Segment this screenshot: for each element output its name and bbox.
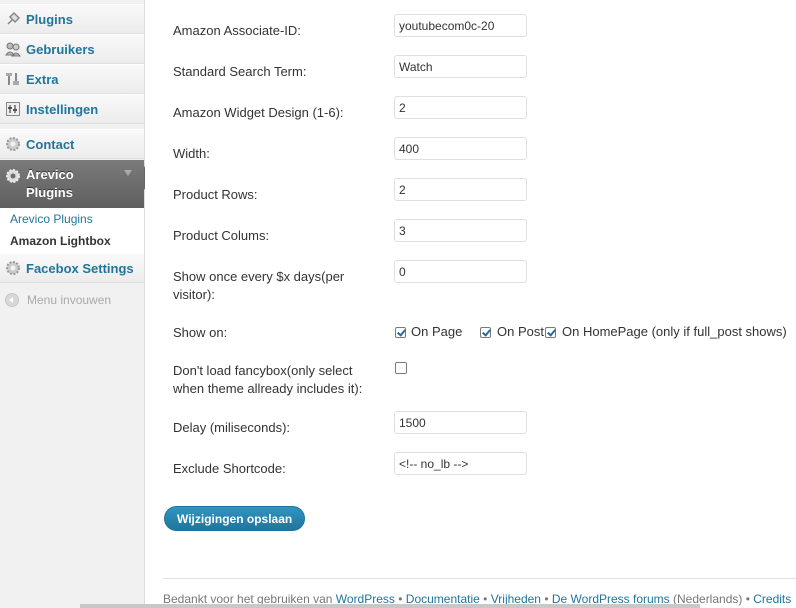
sidebar-item-users[interactable]: Gebruikers: [0, 34, 144, 64]
sidebar-item-label: Facebox Settings: [26, 260, 134, 276]
collapse-menu-button[interactable]: Menu invouwen: [0, 290, 144, 310]
submenu: Arevico Plugins Amazon Lightbox: [0, 208, 144, 255]
collapse-arrow-icon: [5, 293, 19, 307]
product-rows-label: Product Rows:: [173, 187, 258, 202]
on-homepage-label: On HomePage (only if full_post shows): [562, 324, 787, 339]
settings-icon: [5, 101, 21, 117]
associate-id-label: Amazon Associate-ID:: [173, 23, 301, 38]
sidebar-item-label: Plugins: [26, 11, 73, 27]
footer-divider: [163, 578, 796, 579]
plugin-icon: [5, 11, 21, 27]
sidebar-item-arevico-plugins[interactable]: Arevico Plugins: [0, 160, 144, 208]
widget-design-label: Amazon Widget Design (1-6):: [173, 105, 344, 120]
show-once-input[interactable]: [394, 260, 527, 283]
collapse-menu-label: Menu invouwen: [27, 293, 112, 307]
exclude-shortcode-label: Exclude Shortcode:: [173, 461, 286, 476]
show-once-label-line2: visitor):: [173, 287, 215, 302]
product-columns-label: Product Colums:: [173, 228, 270, 243]
product-rows-input[interactable]: [394, 178, 527, 201]
delay-label: Delay (miliseconds):: [173, 420, 291, 435]
sidebar-item-label: Instellingen: [26, 101, 99, 117]
gear-icon: [5, 168, 21, 184]
search-term-input[interactable]: [394, 55, 527, 78]
gear-icon: [5, 136, 21, 152]
fancybox-label: Don't load fancybox(only select when the…: [173, 362, 383, 398]
chevron-down-icon[interactable]: [124, 170, 132, 176]
show-on-label: Show on:: [173, 325, 228, 340]
save-button[interactable]: Wijzigingen opslaan: [164, 506, 306, 531]
users-icon: [5, 41, 21, 57]
sidebar-item-plugins[interactable]: Plugins: [0, 4, 144, 34]
widget-design-input[interactable]: [394, 96, 527, 119]
on-page-label: On Page: [411, 324, 463, 339]
sidebar-item-contact[interactable]: Contact: [0, 129, 144, 159]
exclude-shortcode-input[interactable]: [394, 452, 527, 475]
on-homepage-checkbox[interactable]: [545, 327, 556, 338]
sidebar-item-label: Gebruikers: [26, 41, 95, 57]
main-content: Amazon Associate-ID: Standard Search Ter…: [145, 0, 796, 608]
admin-sidebar: Plugins Gebruikers Extra Instellingen Co…: [0, 0, 145, 608]
width-input[interactable]: [394, 137, 527, 160]
on-post-label: On Post: [497, 324, 544, 339]
sidebar-item-tools[interactable]: Extra: [0, 64, 144, 94]
sidebar-item-facebox-settings[interactable]: Facebox Settings: [0, 253, 144, 283]
sidebar-item-settings[interactable]: Instellingen: [0, 94, 144, 124]
search-term-label: Standard Search Term:: [173, 64, 307, 79]
show-once-label-line1: Show once every $x days(per: [173, 269, 345, 284]
active-label-line2: Plugins: [26, 185, 73, 200]
delay-input[interactable]: [394, 411, 527, 434]
width-label: Width:: [173, 146, 210, 161]
on-post-checkbox[interactable]: [480, 327, 491, 338]
fancybox-checkbox[interactable]: [395, 362, 407, 374]
show-once-label: Show once every $x days(per visitor):: [173, 268, 373, 304]
active-label-line1: Arevico: [26, 167, 74, 182]
horizontal-scrollbar[interactable]: [80, 604, 700, 608]
submenu-item-amazon-lightbox[interactable]: Amazon Lightbox: [10, 234, 111, 248]
sidebar-item-label: Arevico Plugins: [26, 166, 74, 202]
sidebar-item-label: Extra: [26, 71, 59, 87]
associate-id-input[interactable]: [394, 14, 527, 37]
fancybox-label-line2: when theme allready includes it):: [173, 381, 363, 396]
footer-credits-link[interactable]: Credits: [753, 592, 791, 606]
sidebar-item-label: Contact: [26, 136, 75, 152]
product-columns-input[interactable]: [394, 219, 527, 242]
fancybox-label-line1: Don't load fancybox(only select: [173, 363, 353, 378]
submenu-item-arevico-plugins[interactable]: Arevico Plugins: [10, 212, 93, 226]
gear-icon: [5, 260, 21, 276]
on-page-checkbox[interactable]: [395, 327, 406, 338]
tools-icon: [5, 71, 21, 87]
